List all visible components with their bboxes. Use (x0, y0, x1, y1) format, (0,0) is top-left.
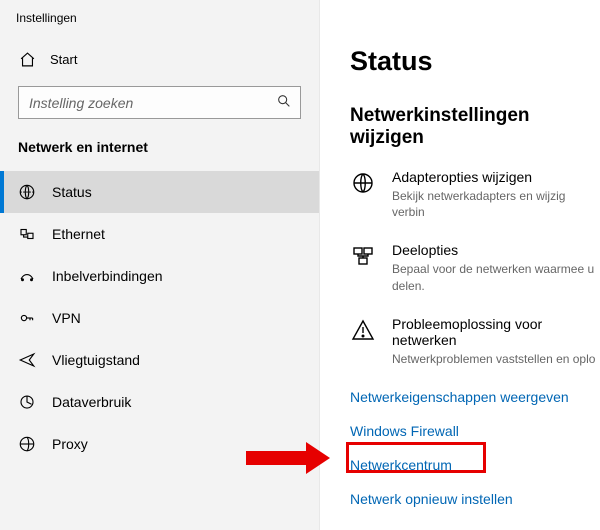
status-icon (18, 183, 36, 201)
option-title: Deelopties (392, 242, 600, 258)
nav-item-proxy[interactable]: Proxy (0, 423, 319, 465)
datausage-icon (18, 393, 36, 411)
links-list: Netwerkeigenschappen weergeven Windows Fi… (350, 389, 600, 507)
main-panel: Status Netwerkinstellingen wijzigen Adap… (320, 0, 600, 530)
link-0[interactable]: Netwerkeigenschappen weergeven (350, 389, 600, 405)
nav-item-label: Vliegtuigstand (52, 352, 140, 368)
link-3[interactable]: Netwerk opnieuw instellen (350, 491, 600, 507)
section-heading: Netwerkinstellingen wijzigen (350, 105, 600, 149)
option-title: Probleemoplossing voor netwerken (392, 316, 600, 348)
search-box[interactable] (18, 86, 301, 119)
option-desc: Bepaal voor de netwerken waarmee u delen… (392, 261, 600, 293)
nav-item-vpn[interactable]: VPN (0, 297, 319, 339)
nav-list: Status Ethernet Inbelverbindingen VPN Vliegt… (0, 171, 319, 465)
section-title: Netwerk en internet (0, 135, 319, 171)
nav-item-status[interactable]: Status (0, 171, 319, 213)
nav-item-label: Ethernet (52, 226, 105, 242)
ethernet-icon (18, 225, 36, 243)
nav-item-label: Status (52, 184, 92, 200)
option-desc: Netwerkproblemen vaststellen en oplo (392, 351, 600, 367)
option-sharing[interactable]: Deelopties Bepaal voor de netwerken waarm… (350, 242, 600, 293)
link-2[interactable]: Netwerkcentrum (350, 457, 600, 473)
home-label: Start (50, 52, 77, 67)
airplane-icon (18, 351, 36, 369)
options-list: Adapteropties wijzigen Bekijk netwerkadap… (350, 169, 600, 367)
search-icon (276, 93, 292, 112)
nav-item-ethernet[interactable]: Ethernet (0, 213, 319, 255)
nav-item-dialup[interactable]: Inbelverbindingen (0, 255, 319, 297)
nav-item-label: VPN (52, 310, 81, 326)
link-1[interactable]: Windows Firewall (350, 423, 600, 439)
nav-item-datausage[interactable]: Dataverbruik (0, 381, 319, 423)
option-title: Adapteropties wijzigen (392, 169, 600, 185)
option-adapter[interactable]: Adapteropties wijzigen Bekijk netwerkadap… (350, 169, 600, 220)
proxy-icon (18, 435, 36, 453)
vpn-icon (18, 309, 36, 327)
home-icon (18, 51, 36, 68)
window-title: Instellingen (0, 10, 319, 43)
sharing-icon (350, 244, 376, 270)
page-title: Status (350, 46, 600, 77)
nav-item-label: Proxy (52, 436, 88, 452)
home-button[interactable]: Start (0, 43, 319, 76)
trouble-icon (350, 318, 376, 344)
nav-item-airplane[interactable]: Vliegtuigstand (0, 339, 319, 381)
adapter-icon (350, 171, 376, 197)
dialup-icon (18, 267, 36, 285)
sidebar: Instellingen Start Netwerk en internet S… (0, 0, 320, 530)
option-desc: Bekijk netwerkadapters en wijzig verbin (392, 188, 600, 220)
search-input[interactable] (29, 95, 276, 111)
nav-item-label: Dataverbruik (52, 394, 131, 410)
nav-item-label: Inbelverbindingen (52, 268, 163, 284)
option-trouble[interactable]: Probleemoplossing voor netwerken Netwerkp… (350, 316, 600, 367)
